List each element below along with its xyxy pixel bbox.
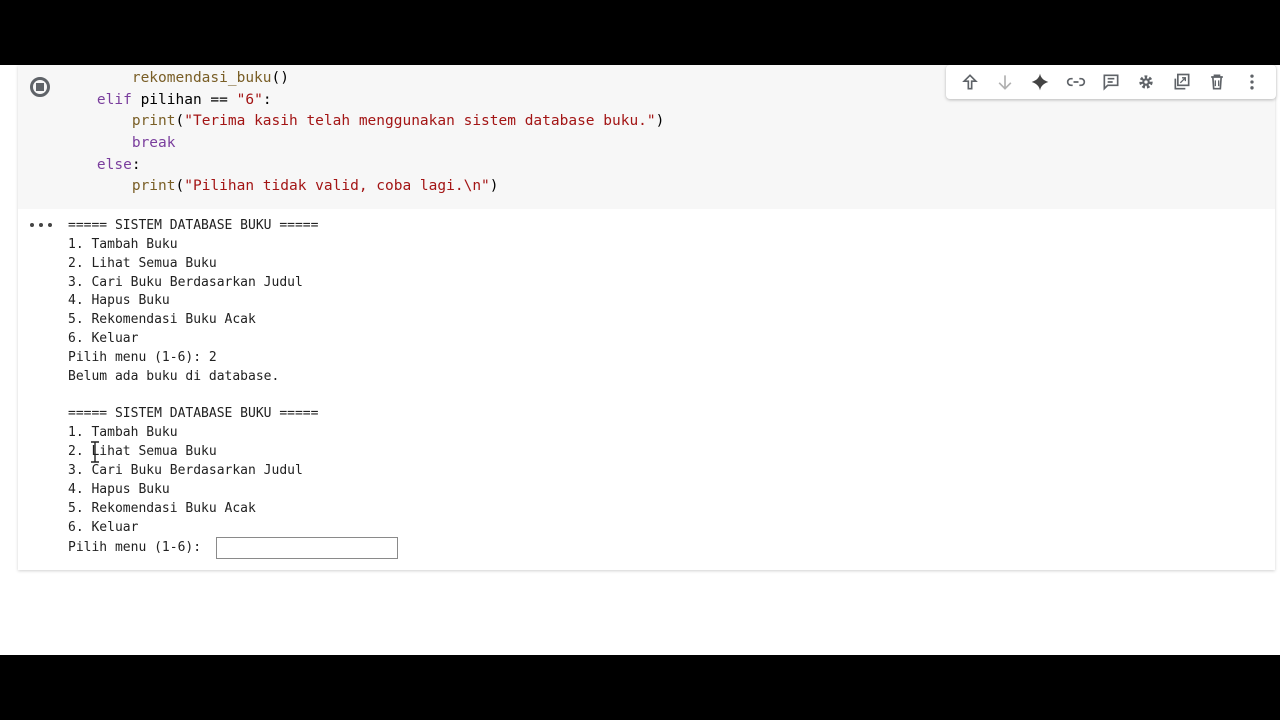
stop-icon bbox=[30, 77, 50, 97]
cell-settings-button[interactable] bbox=[1132, 68, 1160, 96]
code-token: rekomendasi_buku bbox=[131, 70, 272, 86]
cell-output: ===== SISTEM DATABASE BUKU ===== 1. Tamba… bbox=[18, 211, 1275, 569]
output-line: 2. Lihat Semua Buku bbox=[68, 255, 217, 271]
stop-execution-button[interactable] bbox=[27, 74, 53, 100]
output-line: 6. Keluar bbox=[68, 519, 139, 535]
code-token: "Terima kasih telah menggunakan sistem d… bbox=[184, 113, 656, 130]
more-actions-button[interactable] bbox=[1238, 68, 1266, 96]
more-vert-icon bbox=[1250, 74, 1254, 90]
stdin-input[interactable] bbox=[215, 537, 398, 560]
notebook-viewport: rekomendasi_buku() elif pilihan == "6": … bbox=[0, 65, 1280, 655]
output-line: 1. Tambah Buku bbox=[68, 425, 178, 441]
cell-toolbar bbox=[946, 65, 1276, 99]
gemini-button[interactable] bbox=[1026, 68, 1054, 96]
code-token: else bbox=[96, 156, 132, 173]
output-line: 4. Hapus Buku bbox=[68, 481, 170, 497]
output-text: ===== SISTEM DATABASE BUKU ===== 1. Tamba… bbox=[68, 217, 398, 560]
output-line: 5. Rekomendasi Buku Acak bbox=[68, 312, 256, 328]
code-token: ) bbox=[655, 113, 665, 130]
code-token: : bbox=[131, 156, 141, 173]
code-line: print("Pilihan tidak valid, coba lagi.\n… bbox=[62, 176, 664, 198]
link-icon bbox=[1066, 77, 1085, 87]
code-line: else: bbox=[62, 155, 664, 177]
code-token: () bbox=[271, 70, 289, 86]
output-line: Pilih menu (1-6): 2 bbox=[68, 349, 217, 365]
code-line: elif pilihan == "6": bbox=[62, 90, 664, 112]
cell-gutter bbox=[18, 65, 62, 209]
copy-link-button[interactable] bbox=[1062, 68, 1090, 96]
comment-icon bbox=[1103, 74, 1119, 91]
output-line: 6. Keluar bbox=[68, 331, 139, 347]
code-line: rekomendasi_buku() bbox=[62, 68, 664, 90]
code-token: break bbox=[131, 135, 176, 152]
gear-icon bbox=[1139, 75, 1153, 89]
output-line: 3. Cari Buku Berdasarkan Judul bbox=[68, 274, 303, 290]
output-line: 1. Tambah Buku bbox=[68, 236, 178, 252]
output-line: Belum ada buku di database. bbox=[68, 368, 280, 384]
code-text[interactable]: rekomendasi_buku() elif pilihan == "6": … bbox=[62, 68, 664, 198]
mirror-cell-button[interactable] bbox=[1168, 68, 1196, 96]
output-line: 5. Rekomendasi Buku Acak bbox=[68, 500, 256, 516]
text-cursor-icon bbox=[91, 441, 99, 463]
move-cell-down-button[interactable] bbox=[991, 68, 1019, 96]
code-line: print("Terima kasih telah menggunakan si… bbox=[62, 111, 665, 133]
move-cell-up-button[interactable] bbox=[956, 68, 984, 96]
code-token: print bbox=[131, 113, 176, 130]
code-token: ) bbox=[489, 178, 499, 195]
arrow-up-icon bbox=[961, 74, 978, 90]
code-line: break bbox=[62, 133, 664, 155]
arrow-down-icon bbox=[998, 75, 1012, 90]
stdin-prompt-label: Pilih menu (1-6): bbox=[68, 539, 209, 555]
output-line: 3. Cari Buku Berdasarkan Judul bbox=[68, 462, 303, 478]
more-horiz-icon bbox=[30, 223, 34, 227]
output-line: ===== SISTEM DATABASE BUKU ===== bbox=[68, 406, 319, 422]
code-token: "6" bbox=[236, 91, 263, 108]
code-token: print bbox=[131, 178, 176, 195]
code-cell[interactable]: rekomendasi_buku() elif pilihan == "6": … bbox=[18, 65, 1276, 570]
output-line: ===== SISTEM DATABASE BUKU ===== bbox=[68, 218, 319, 233]
output-line: 4. Hapus Buku bbox=[68, 293, 170, 309]
sparkle-icon bbox=[1031, 73, 1049, 91]
trash-icon bbox=[1211, 74, 1223, 90]
stdin-prompt-row: Pilih menu (1-6): bbox=[68, 537, 398, 560]
code-token: "Pilihan tidak valid, coba lagi.\n" bbox=[184, 178, 490, 195]
code-token: : bbox=[262, 91, 272, 108]
output-line: 2. Lihat Semua Buku bbox=[68, 444, 217, 460]
code-token: elif bbox=[96, 91, 132, 108]
code-token: pilihan == bbox=[131, 91, 237, 108]
code-token: ( bbox=[175, 178, 185, 195]
mirror-cell-icon bbox=[1174, 73, 1190, 90]
code-token: ( bbox=[175, 113, 185, 130]
add-comment-button[interactable] bbox=[1097, 68, 1125, 96]
output-actions-button[interactable] bbox=[30, 218, 52, 232]
delete-cell-button[interactable] bbox=[1203, 68, 1231, 96]
